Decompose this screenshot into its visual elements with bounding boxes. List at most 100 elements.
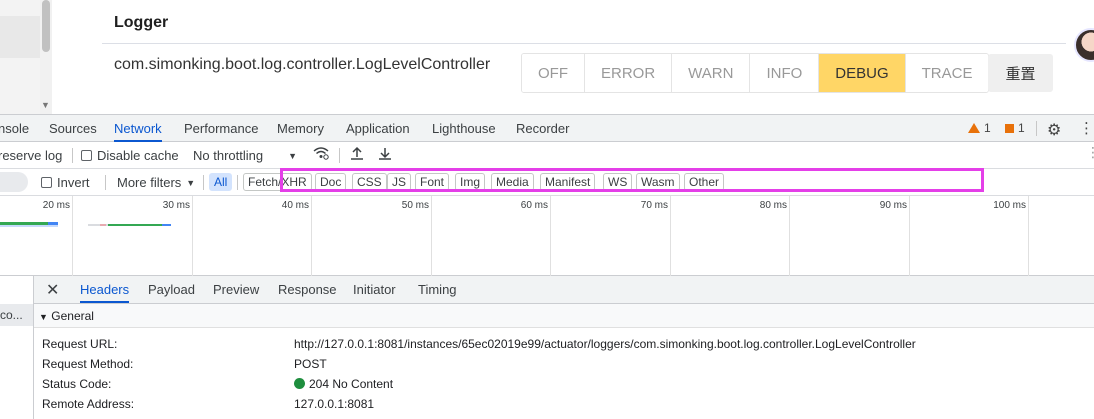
general-section-header[interactable]: ▼ General [34,304,1094,328]
tab-sources[interactable]: Sources [49,115,97,142]
level-debug-button[interactable]: DEBUG [819,54,906,92]
issues-counter[interactable]: 1 [1005,121,1025,135]
divider [1036,121,1037,136]
request-list: co... [0,276,34,419]
settings-gear-icon[interactable]: ⚙ [1047,120,1061,140]
tab-performance[interactable]: Performance [184,115,258,142]
tick-line [1028,196,1029,276]
request-list-item[interactable]: co... [0,304,33,326]
issue-flag-icon [1005,123,1014,133]
chevron-down-icon: ▼ [186,177,196,188]
tab-memory[interactable]: Memory [277,115,324,142]
level-off-button[interactable]: OFF [522,54,585,92]
reset-button[interactable]: 重置 [988,54,1053,92]
header-key: Remote Address: [42,397,135,411]
warnings-count: 1 [984,121,991,135]
devtools-tabbar: nsole Sources Network Performance Memory… [0,114,1094,142]
warning-icon [968,123,980,133]
tick-line [909,196,910,276]
export-har-icon[interactable] [378,146,392,163]
divider [72,148,73,163]
warnings-counter[interactable]: 1 [968,121,991,135]
network-overview-timeline[interactable]: 20 ms 30 ms 40 ms 50 ms 60 ms 70 ms 80 m… [0,196,1094,276]
tick-line [550,196,551,276]
tick-line [311,196,312,276]
triangle-down-icon: ▼ [39,312,48,322]
logger-name: com.simonking.boot.log.controller.LogLev… [114,56,491,73]
tick-line [72,196,73,276]
level-error-button[interactable]: ERROR [585,54,673,92]
tick-label: 40 ms [281,200,309,211]
waterfall-bar [162,224,171,226]
avatar[interactable] [1074,28,1094,62]
log-level-selector: OFF ERROR WARN INFO DEBUG TRACE [521,53,990,93]
network-conditions-icon[interactable] [313,146,329,163]
tab-application[interactable]: Application [346,115,410,142]
checkbox-icon[interactable] [81,150,92,161]
tick-label: 50 ms [401,200,429,211]
request-details: co... ✕ Headers Payload Preview Response… [0,276,1094,419]
waterfall-bar [100,224,106,226]
filter-chip-all[interactable]: All [209,173,233,191]
tab-console[interactable]: nsole [0,115,29,142]
vertical-scrollbar[interactable]: ▼ [40,0,52,114]
more-filters-label: More filters [117,175,182,190]
left-pane-selected-row[interactable] [0,16,40,58]
logger-panel: ▼ Logger com.simonking.boot.log.controll… [0,0,1094,114]
divider [105,175,106,190]
status-ok-icon [294,378,305,389]
tab-headers[interactable]: Headers [80,276,130,303]
import-har-icon[interactable] [350,146,364,163]
status-code-text: 204 No Content [309,377,394,391]
more-options-icon[interactable]: ⋮ [1079,119,1094,137]
scroll-down-icon[interactable]: ▼ [41,100,50,110]
tab-initiator[interactable]: Initiator [353,276,396,303]
tab-response[interactable]: Response [278,276,337,303]
remote-address-value: 127.0.0.1:8081 [294,397,375,411]
checkbox-icon[interactable] [41,177,52,188]
status-code-value: 204 No Content [294,377,393,391]
tick-label: 80 ms [759,200,787,211]
issues-count: 1 [1018,121,1025,135]
disable-cache-checkbox[interactable]: Disable cache [81,148,179,163]
divider [339,148,340,163]
invert-label: Invert [57,175,90,190]
throttling-select[interactable]: No throttling ▼ [193,148,297,163]
tab-payload[interactable]: Payload [148,276,195,303]
waterfall-bar [108,224,162,226]
close-icon[interactable]: ✕ [46,280,59,300]
filter-input[interactable] [0,172,28,192]
tab-timing[interactable]: Timing [418,276,457,303]
level-info-button[interactable]: INFO [750,54,820,92]
tick-line [192,196,193,276]
divider [203,175,204,190]
tab-network[interactable]: Network [114,115,162,142]
disable-cache-label: Disable cache [97,148,179,163]
scrollbar-thumb[interactable] [42,0,50,52]
tab-lighthouse[interactable]: Lighthouse [432,115,496,142]
throttling-value: No throttling [193,148,264,163]
tick-label: 100 ms [993,200,1026,211]
waterfall-bar [0,225,58,227]
header-key: Status Code: [42,377,112,391]
preserve-log-label[interactable]: reserve log [0,148,62,163]
network-toolbar: reserve log Disable cache No throttling … [0,142,1094,169]
level-trace-button[interactable]: TRACE [905,54,989,92]
tab-preview[interactable]: Preview [213,276,259,303]
request-method-value: POST [294,357,327,371]
tick-label: 70 ms [640,200,668,211]
invert-checkbox[interactable]: Invert [41,175,90,190]
chevron-down-icon: ▼ [288,150,298,161]
level-warn-button[interactable]: WARN [672,54,751,92]
devtools-panel: nsole Sources Network Performance Memory… [0,114,1094,419]
tab-recorder[interactable]: Recorder [516,115,569,142]
general-section-title: General [51,309,94,323]
tick-line [670,196,671,276]
more-filters-dropdown[interactable]: More filters ▼ [117,175,195,190]
header-key: Request URL: [42,337,118,351]
tick-line [789,196,790,276]
request-url-highlight [280,168,984,192]
tick-label: 90 ms [879,200,907,211]
request-url-value: http://127.0.0.1:8081/instances/65ec0201… [294,337,916,351]
collapse-icon[interactable]: ⋮ [1086,144,1094,161]
